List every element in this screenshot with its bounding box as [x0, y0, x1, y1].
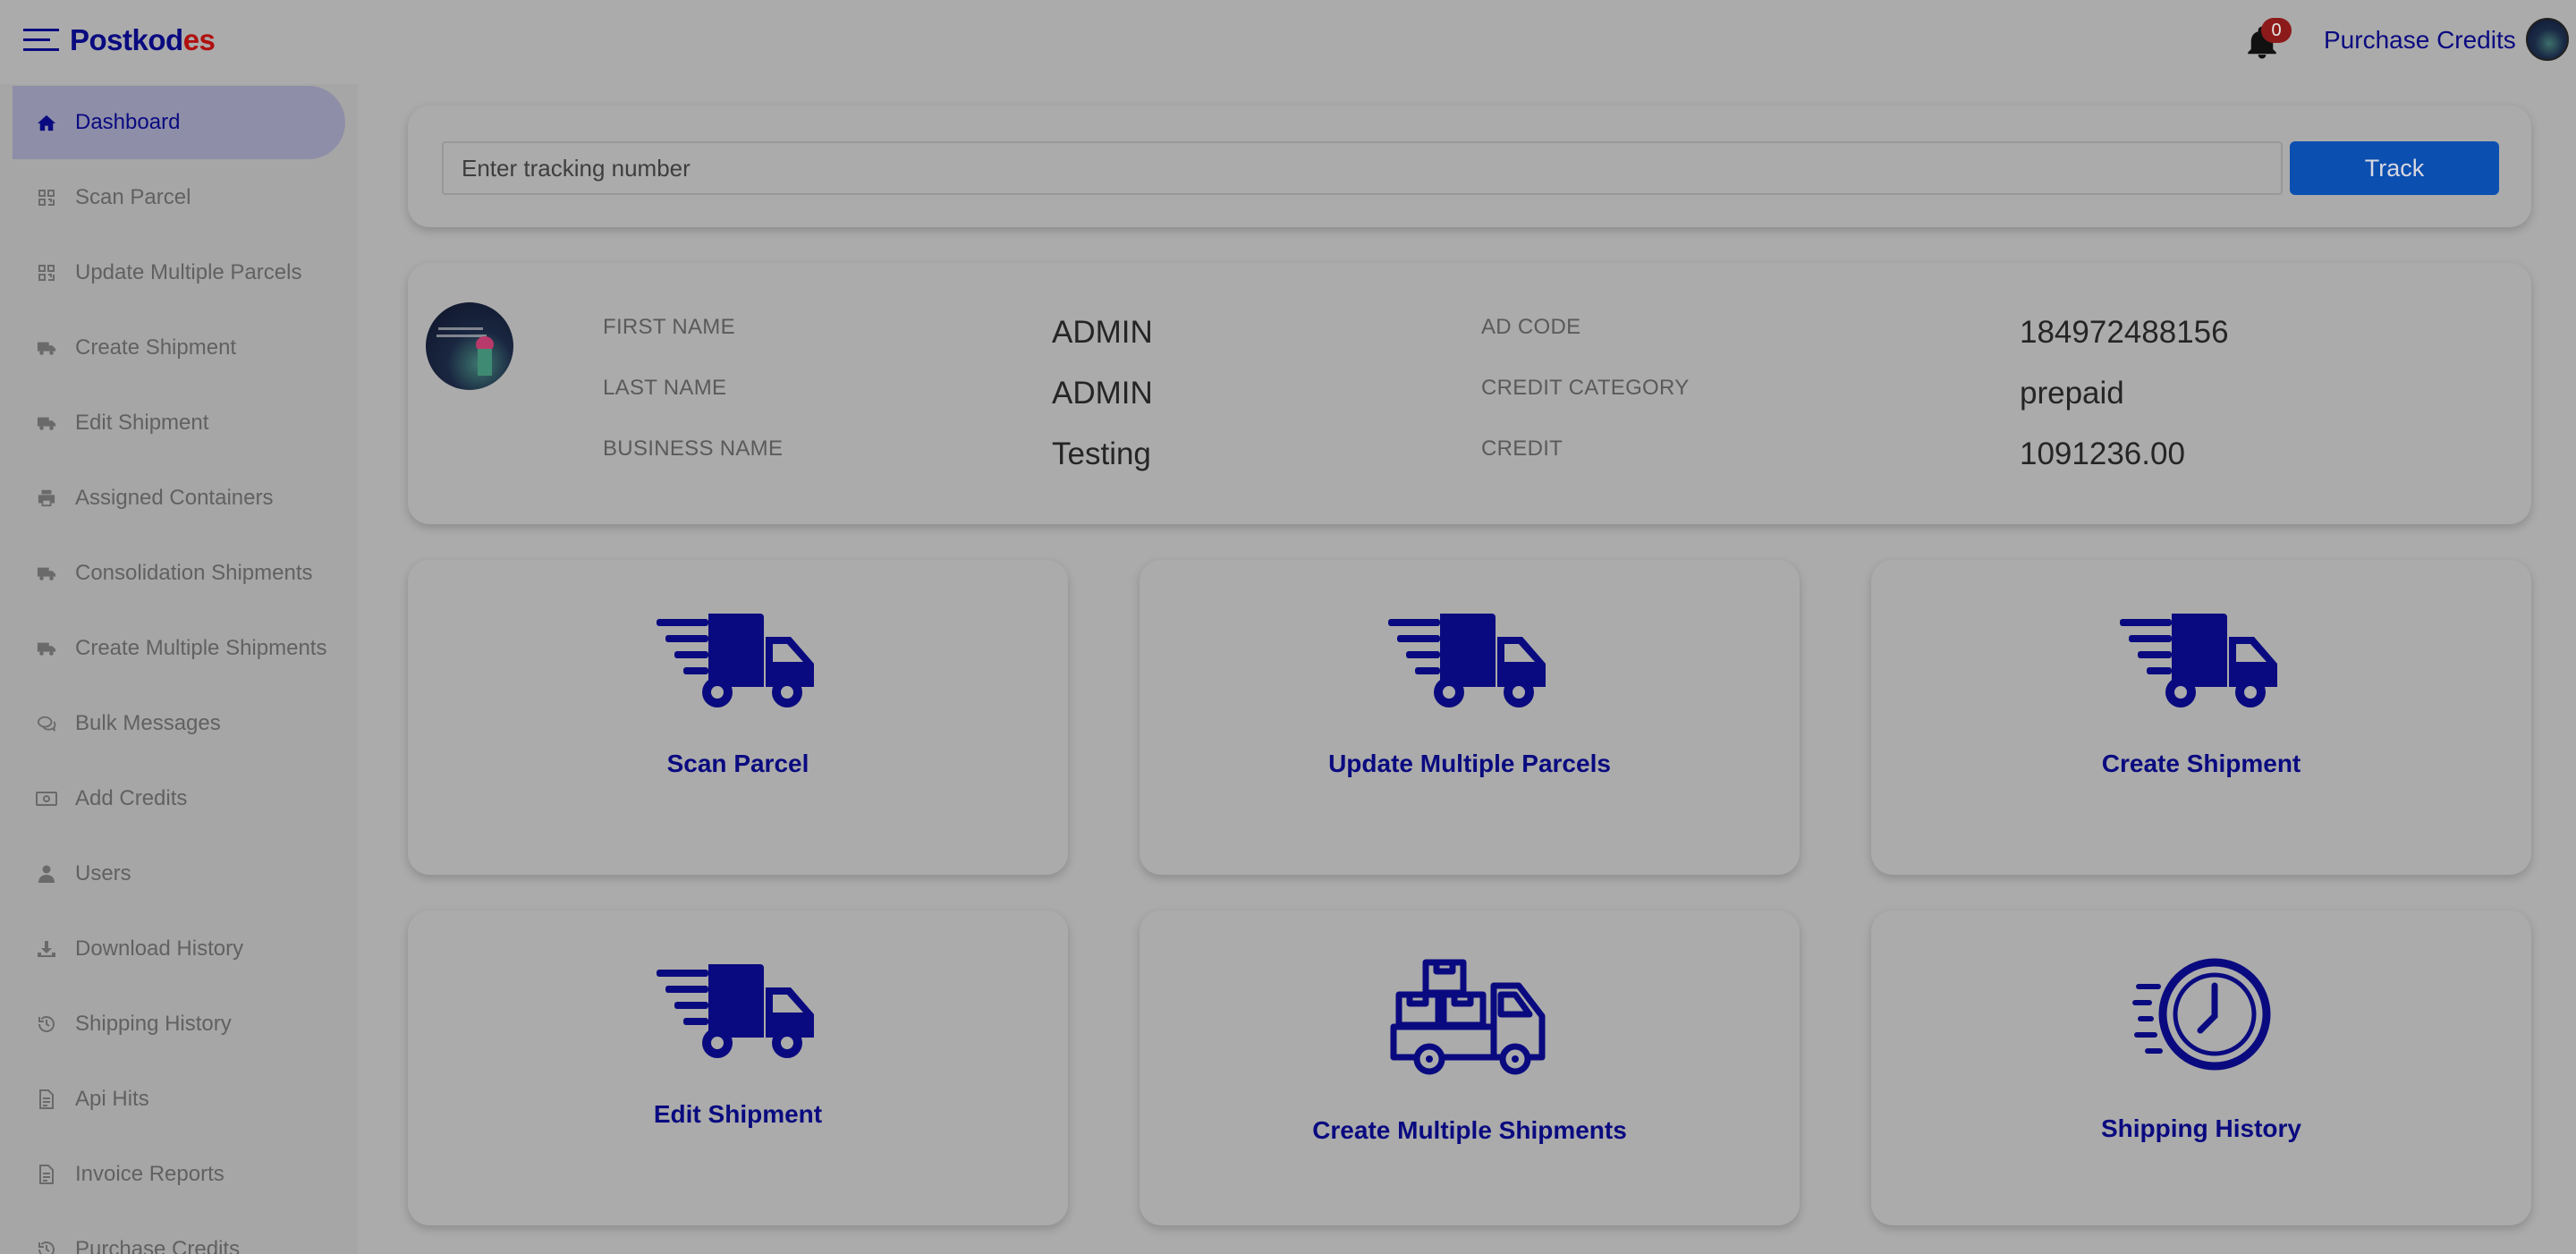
business-name-value: Testing	[1052, 436, 1151, 471]
sidebar-item-label: Download History	[75, 936, 244, 961]
money-icon	[36, 788, 57, 809]
history-icon	[36, 1239, 57, 1254]
credit-category-value: prepaid	[2020, 376, 2124, 411]
first-name-value: ADMIN	[1052, 315, 1153, 350]
sidebar-item-label: Assigned Containers	[75, 486, 274, 510]
fast-truck-icon	[657, 964, 814, 1058]
sidebar-item-dashboard[interactable]: Dashboard	[13, 86, 345, 159]
sidebar-item-create-shipment[interactable]: Create Shipment	[13, 311, 345, 385]
sidebar-item-label: Users	[75, 861, 131, 885]
brand-logo[interactable]: Postkodes	[70, 23, 216, 57]
tile-label: Edit Shipment	[653, 1100, 823, 1128]
last-name-value: ADMIN	[1052, 376, 1153, 411]
truck-icon	[36, 638, 57, 659]
sidebar-item-shipping-history[interactable]: Shipping History	[13, 987, 345, 1061]
notification-badge: 0	[2261, 18, 2292, 43]
ad-code-value: 184972488156	[2020, 315, 2229, 350]
fast-truck-icon	[657, 614, 814, 707]
sidebar-item-assigned-containers[interactable]: Assigned Containers	[13, 462, 345, 535]
sidebar-item-api-hits[interactable]: Api Hits	[13, 1063, 345, 1136]
qr-icon	[36, 187, 57, 208]
qr-icon	[36, 262, 57, 284]
tile-label: Shipping History	[2101, 1114, 2301, 1142]
chat-icon	[36, 713, 57, 734]
document-icon	[36, 1089, 57, 1110]
home-icon	[36, 112, 57, 133]
printer-icon	[36, 487, 57, 509]
sidebar-item-users[interactable]: Users	[13, 837, 345, 911]
download-icon	[36, 938, 57, 960]
tile-scan-parcel[interactable]	[408, 560, 1068, 875]
tracking-number-input[interactable]	[442, 141, 2283, 195]
tile-label: Create Shipment	[2101, 750, 2301, 777]
sidebar-item-label: Edit Shipment	[75, 411, 209, 435]
sidebar-item-update-multiple-parcels[interactable]: Update Multiple Parcels	[13, 236, 345, 309]
user-icon	[36, 863, 57, 885]
sidebar-item-create-multiple-shipments[interactable]: Create Multiple Shipments	[13, 612, 345, 685]
box-truck-icon	[1390, 959, 1546, 1075]
sidebar-item-label: Update Multiple Parcels	[75, 260, 302, 284]
credit-category-label: CREDIT CATEGORY	[1481, 376, 1690, 400]
sidebar-item-label: Purchase Credits	[75, 1237, 241, 1254]
tile-label: Scan Parcel	[666, 750, 809, 777]
tile-edit-shipment[interactable]	[408, 911, 1068, 1225]
sidebar-item-invoice-reports[interactable]: Invoice Reports	[13, 1138, 345, 1211]
fast-truck-icon	[1388, 614, 1546, 707]
sidebar-item-label: Scan Parcel	[75, 185, 191, 209]
business-name-label: BUSINESS NAME	[603, 436, 784, 461]
fast-clock-icon	[2132, 958, 2271, 1071]
sidebar-item-label: Invoice Reports	[75, 1162, 225, 1186]
sidebar-item-label: Bulk Messages	[75, 711, 221, 735]
tile-update-multiple-parcels[interactable]	[1140, 560, 1800, 875]
sidebar-item-label: Consolidation Shipments	[75, 561, 313, 585]
profile-avatar	[426, 302, 513, 390]
history-icon	[36, 1013, 57, 1035]
sidebar-item-label: Dashboard	[75, 110, 181, 134]
first-name-label: FIRST NAME	[603, 315, 735, 339]
sidebar-item-add-credits[interactable]: Add Credits	[13, 762, 345, 835]
sidebar-item-label: Shipping History	[75, 1012, 232, 1036]
ad-code-label: AD CODE	[1481, 315, 1581, 339]
tile-label: Update Multiple Parcels	[1328, 750, 1611, 777]
document-icon	[36, 1164, 57, 1185]
sidebar-item-scan-parcel[interactable]: Scan Parcel	[13, 161, 345, 234]
track-button[interactable]: Track	[2290, 141, 2499, 195]
sidebar-item-label: Add Credits	[75, 786, 188, 810]
sidebar: Dashboard Scan Parcel Update Multiple Pa…	[0, 84, 358, 1254]
sidebar-item-consolidation-shipments[interactable]: Consolidation Shipments	[13, 537, 345, 610]
sidebar-item-purchase-credits[interactable]: Purchase Credits	[13, 1213, 345, 1254]
truck-icon	[36, 337, 57, 359]
sidebar-item-download-history[interactable]: Download History	[13, 912, 345, 986]
credit-label: CREDIT	[1481, 436, 1563, 461]
sidebar-item-label: Create Multiple Shipments	[75, 636, 327, 660]
top-bar: Postkodes 0 Purchase Credits	[0, 0, 2576, 84]
purchase-credits-link[interactable]: Purchase Credits	[2324, 26, 2516, 55]
tile-label: Create Multiple Shipments	[1312, 1116, 1627, 1144]
user-avatar[interactable]	[2526, 18, 2569, 61]
menu-icon[interactable]	[23, 29, 59, 54]
sidebar-item-label: Create Shipment	[75, 335, 237, 360]
fast-truck-icon	[2120, 614, 2277, 707]
last-name-label: LAST NAME	[603, 376, 727, 400]
sidebar-item-edit-shipment[interactable]: Edit Shipment	[13, 386, 345, 460]
truck-icon	[36, 412, 57, 434]
credit-value: 1091236.00	[2020, 436, 2185, 471]
tile-create-shipment[interactable]	[1871, 560, 2531, 875]
sidebar-item-bulk-messages[interactable]: Bulk Messages	[13, 687, 345, 760]
truck-icon	[36, 563, 57, 584]
sidebar-item-label: Api Hits	[75, 1087, 149, 1111]
